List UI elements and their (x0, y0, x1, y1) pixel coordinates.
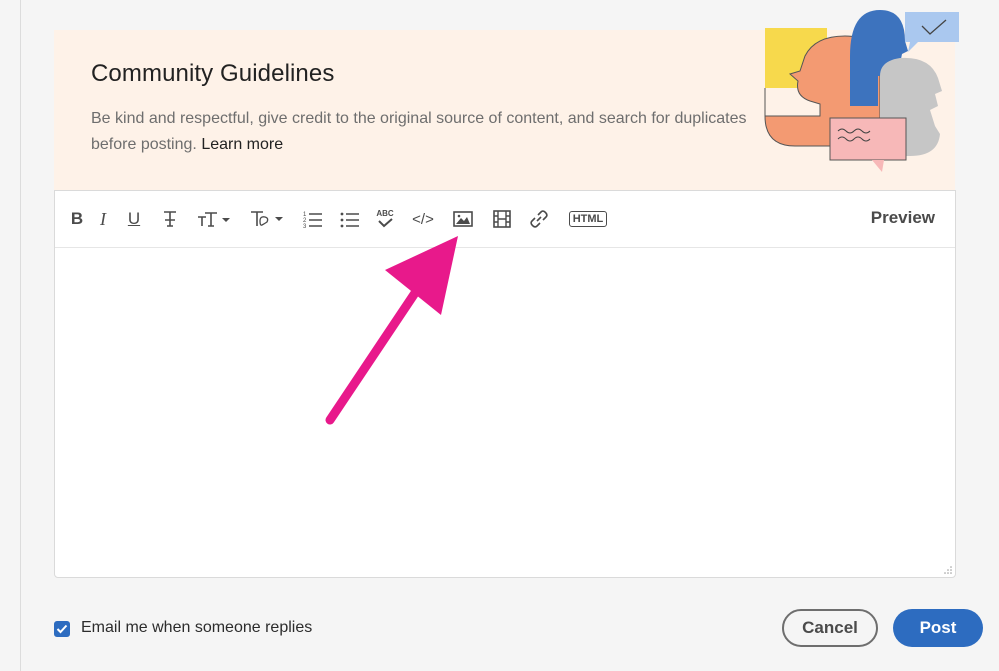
insert-video-button[interactable] (490, 205, 514, 233)
bulleted-list-icon (340, 212, 359, 228)
numbered-list-icon: 123 (303, 212, 322, 228)
html-icon: HTML (568, 211, 608, 227)
italic-icon: I (100, 208, 106, 229)
svg-text:3: 3 (303, 224, 307, 228)
text-style-button[interactable] (248, 205, 288, 233)
html-button[interactable]: HTML (565, 205, 611, 233)
insert-image-button[interactable] (451, 205, 475, 233)
email-checkbox[interactable] (54, 621, 70, 637)
left-divider (20, 0, 21, 671)
post-button[interactable]: Post (893, 609, 983, 647)
email-checkbox-label[interactable]: Email me when someone replies (81, 619, 312, 637)
code-button[interactable]: </> (410, 205, 436, 233)
text-size-button[interactable] (195, 205, 235, 233)
underline-button[interactable]: U (125, 205, 143, 233)
preview-button[interactable]: Preview (871, 208, 935, 228)
image-icon (453, 211, 473, 227)
editor-toolbar: B I U 123 ABC </> HTML Preview (55, 191, 955, 248)
learn-more-link[interactable]: Learn more (201, 136, 283, 153)
spellcheck-checkmark-icon (378, 218, 393, 228)
strikethrough-icon (164, 211, 176, 227)
text-style-icon (251, 211, 283, 226)
guidelines-title: Community Guidelines (91, 60, 335, 87)
checkmark-icon (56, 624, 68, 634)
video-icon (493, 210, 511, 228)
bold-icon: B (70, 209, 84, 228)
italic-button[interactable]: I (96, 205, 110, 233)
guidelines-text: Be kind and respectful, give credit to t… (91, 106, 771, 158)
spellcheck-button[interactable]: ABC (373, 205, 397, 233)
text-size-icon (198, 212, 230, 227)
resize-handle-icon[interactable] (943, 565, 953, 575)
underline-icon: U (127, 209, 141, 228)
code-icon: </> (412, 210, 434, 228)
bold-button[interactable]: B (68, 205, 86, 233)
bulleted-list-button[interactable] (339, 205, 361, 233)
reply-text-area[interactable] (55, 248, 955, 577)
link-icon (530, 210, 548, 228)
reply-editor: B I U 123 ABC </> HTML Preview (54, 190, 956, 578)
numbered-list-button[interactable]: 123 (302, 205, 324, 233)
community-illustration (764, 10, 959, 172)
strikethrough-button[interactable] (160, 205, 180, 233)
cancel-button[interactable]: Cancel (782, 609, 878, 647)
insert-link-button[interactable] (527, 205, 551, 233)
guidelines-body: Be kind and respectful, give credit to t… (91, 110, 747, 153)
spellcheck-icon: ABC (376, 209, 394, 218)
